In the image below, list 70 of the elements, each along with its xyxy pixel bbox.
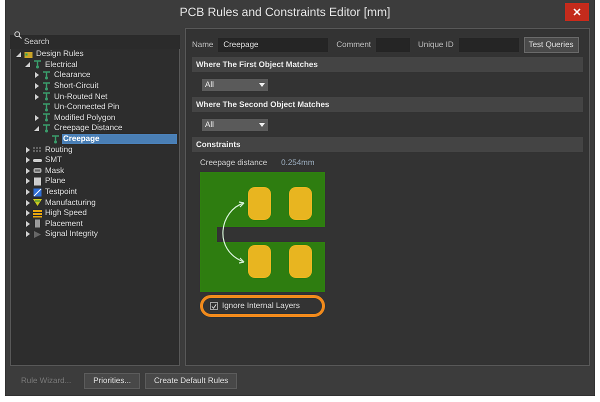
rule-category-icon [42,113,51,122]
tree-item[interactable]: Electrical [44,60,78,70]
tree-item[interactable]: Un-Routed Net [53,92,108,102]
expand-arrow-icon[interactable] [34,114,38,121]
collapse-arrow-icon[interactable] [16,52,21,57]
footer-button[interactable]: Priorities... [84,373,140,389]
dropdown[interactable]: All [202,118,268,130]
tree-item[interactable]: Un-Connected Pin [53,102,120,112]
search-icon [14,31,22,39]
collapse-arrow-icon[interactable] [34,126,39,131]
search-field[interactable]: Search [10,34,180,48]
collapse-arrow-icon[interactable] [25,62,30,68]
tree-item[interactable]: Clearance [53,70,92,80]
tree-item[interactable]: Testpoint [44,187,78,198]
tree-item[interactable]: Plane [44,176,66,186]
tree-item[interactable]: SMT [44,155,63,166]
tree-item[interactable]: Short-Circuit [53,81,100,92]
rule-category-icon [33,188,42,197]
rule-category-icon [42,82,51,91]
close-icon [573,8,581,16]
tree-item[interactable]: Signal Integrity [44,229,99,240]
expand-arrow-icon[interactable] [26,189,30,196]
rule-category-icon [42,70,51,80]
test-queries-button[interactable]: Test Queries [524,37,579,53]
expand-arrow-icon[interactable] [26,168,30,174]
expand-arrow-icon[interactable] [26,220,30,227]
expand-arrow-icon[interactable] [26,178,30,184]
field-label: Name [192,39,214,51]
rule-category-icon [42,92,51,102]
constraint-value: 0.254mm [281,157,315,169]
dropdown[interactable]: All [202,78,268,90]
expand-arrow-icon[interactable] [26,146,30,153]
expand-arrow-icon[interactable] [26,231,30,238]
section-header: Where The First Object Matches [192,57,583,72]
expand-arrow-icon[interactable] [34,83,38,90]
expand-arrow-icon[interactable] [34,94,38,100]
rule-category-icon [51,134,60,144]
rule-category-icon [33,208,42,218]
field-label: Comment [336,39,372,51]
constraint-label: Creepage distance [200,157,268,169]
rule-category-icon [33,198,42,208]
checkbox[interactable] [210,302,218,310]
tree-item[interactable]: Modified Polygon [53,112,116,123]
expand-arrow-icon[interactable] [26,200,30,206]
section-header: Where The Second Object Matches [192,97,583,112]
field-label: Unique ID [418,39,454,51]
rule-category-icon [42,124,51,133]
rule-category-icon [33,145,42,154]
tree-item[interactable]: High Speed [44,208,88,218]
tree-item[interactable]: Creepage Distance [53,123,124,134]
rule-category-icon [42,102,51,112]
close-button[interactable] [565,3,589,21]
tree-item[interactable]: Placement [44,218,84,229]
checkbox-label: Ignore Internal Layers [222,300,300,312]
folder-icon [24,50,33,59]
rule-category-icon [33,60,42,70]
tree-item[interactable]: Routing [44,144,74,155]
expand-arrow-icon[interactable] [26,157,30,164]
caret-icon [259,122,265,126]
footer-button[interactable]: Create Default Rules [145,373,238,389]
name-field[interactable]: Creepage [218,38,328,52]
tree-item[interactable]: Manufacturing [44,198,97,208]
caret-icon [259,82,265,86]
expand-arrow-icon[interactable] [34,72,38,78]
expand-arrow-icon[interactable] [26,210,30,216]
window-title: PCB Rules and Constraints Editor [mm] [178,4,392,21]
tree-item[interactable]: Creepage [62,134,177,144]
section-header: Constraints [192,137,583,152]
tree-item[interactable]: Design Rules [35,49,85,60]
tree-item[interactable]: Mask [44,166,66,176]
